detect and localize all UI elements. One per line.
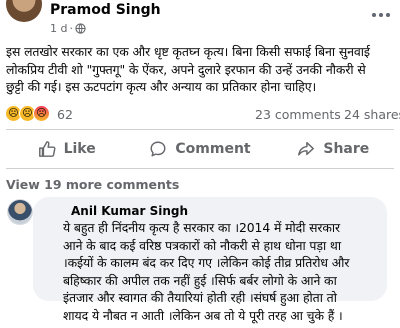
author-avatar[interactable] <box>6 0 42 22</box>
thumbs-up-icon <box>38 140 56 158</box>
comment-text: ये बहुत ही निंदनीय कृत्य है सरकार का ।20… <box>43 219 377 324</box>
comment-text-line: बहिष्कार की अपील तक नहीं हुई ।सिर्फ बर्ब… <box>63 272 337 288</box>
dot-icon <box>379 13 383 17</box>
commenter-name[interactable]: Anil Kumar Singh <box>71 204 377 218</box>
post-author-name[interactable]: Pramod Singh <box>50 2 161 18</box>
post-header: Pramod Singh 1 d · <box>0 0 400 38</box>
shares-count[interactable]: 24 shares <box>344 107 400 122</box>
comment-text-line: ये बहुत ही निंदनीय कृत्य है सरकार का ।20… <box>63 220 340 235</box>
post-text-line: इस लतखोर सरकार का एक और धृष्ट कृतघ्न कृत… <box>6 44 370 59</box>
comment-bubble: Anil Kumar Singh ये बहुत ही निंदनीय कृत्… <box>33 197 387 323</box>
globe-icon <box>75 23 86 34</box>
reaction-count[interactable]: 62 <box>57 107 73 122</box>
meta-separator: · <box>69 22 73 35</box>
share-label: Share <box>323 141 370 157</box>
divider <box>6 129 394 130</box>
post-text-line: छुट्टी की गई। इस ऊटपटांग कृत्य और अन्याय… <box>6 79 317 94</box>
more-options-button[interactable] <box>368 6 394 24</box>
reaction-icons[interactable]: ☹ ☹ ☹ <box>5 105 50 122</box>
comment-text-line: आने के बाद कई वरिष्ठ पत्रकारों को नौकरी … <box>63 237 341 253</box>
angry-emoji-icon: ☹ <box>33 105 50 122</box>
speech-bubble-icon <box>149 140 167 158</box>
comment-label: Comment <box>175 141 251 157</box>
comment: Anil Kumar Singh ये बहुत ही निंदनीय कृत्… <box>0 197 400 328</box>
view-more-comments-link[interactable]: View 19 more comments <box>6 177 179 192</box>
post-text-line: लोकप्रिय टीवी शो "गुफ्तगू" के ऐंकर, अपने… <box>6 61 366 77</box>
like-button[interactable]: Like <box>0 132 133 166</box>
comments-count[interactable]: 23 comments <box>255 107 341 122</box>
commenter-avatar[interactable] <box>7 199 33 225</box>
share-button[interactable]: Share <box>267 132 400 166</box>
post-text: इस लतखोर सरकार का एक और धृष्ट कृतघ्न कृत… <box>6 43 398 96</box>
like-label: Like <box>63 141 96 157</box>
action-bar: Like Comment Share <box>0 132 400 166</box>
comment-button[interactable]: Comment <box>133 132 266 166</box>
comment-text-line: शायद ये नौबत न आती ।लेकिन अब तो ये पूरी … <box>63 307 343 323</box>
comment-text-line: इंतजार और स्वागत की तैयारियां होती रही ।… <box>63 290 337 305</box>
reactions-summary: ☹ ☹ ☹ 62 23 comments 24 shares <box>0 102 400 126</box>
divider <box>6 168 394 169</box>
dot-icon <box>386 13 390 17</box>
post-time[interactable]: 1 d <box>50 22 67 35</box>
comment-text-line: ।कईयों के कालम बंद कर दिए गए ।लेकिन कोई … <box>63 255 350 270</box>
share-arrow-icon <box>297 140 315 158</box>
post-meta: 1 d · <box>50 22 86 35</box>
dot-icon <box>372 13 376 17</box>
